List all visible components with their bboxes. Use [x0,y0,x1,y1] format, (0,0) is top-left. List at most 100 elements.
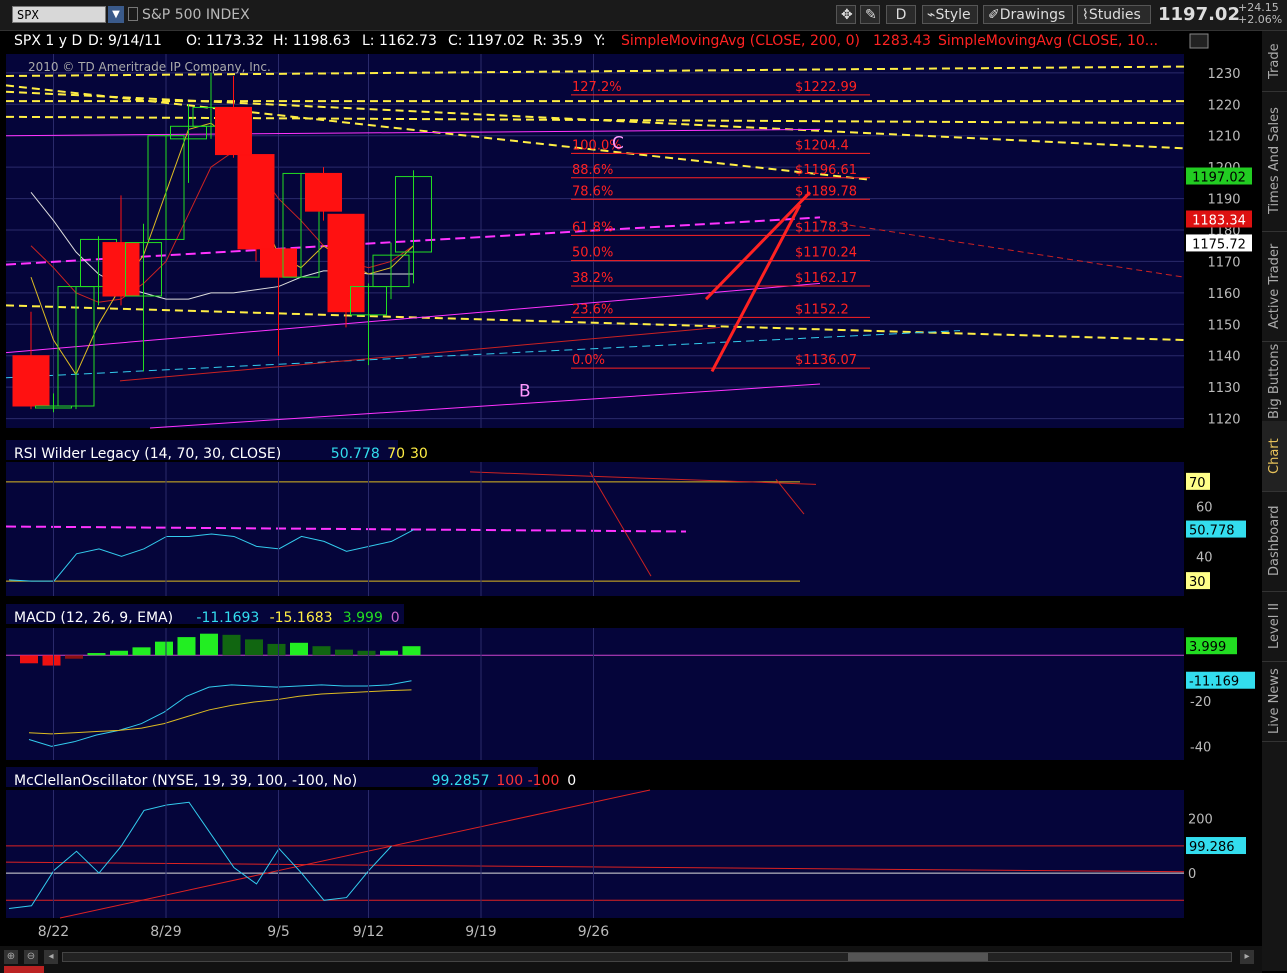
macd-tick-label: -20 [1190,695,1211,710]
sidebar-tab-dashboard[interactable]: Dashboard [1262,491,1287,592]
macd-histogram-bar [177,637,196,656]
time-tick-label: 9/19 [465,924,496,940]
macd-histogram-bar [357,650,376,656]
time-tick-label: 9/12 [353,924,384,940]
macd-histogram-bar [200,633,218,656]
cursor-icon[interactable]: ✎ [860,5,880,24]
sidebar-tab-active-trader[interactable]: Active Trader [1262,231,1287,342]
macd-title-2: -15.1683 [270,610,333,626]
fib-price-label: $1152.2 [795,302,849,317]
candle-body [102,242,140,297]
drawings-label: Drawings [999,7,1066,23]
header-field-6: R: 35.9 [533,33,583,49]
candle-body [260,248,297,278]
candle-body [237,154,275,250]
macd-histogram-bar [20,655,38,664]
symbol-description: S&P 500 INDEX [142,7,250,23]
candle-body [215,106,252,156]
sidebar-tab-times-and-sales[interactable]: Times And Sales [1262,91,1287,232]
price-tick-label: 1130 [1207,381,1240,396]
rsi-tag-label: 70 [1189,476,1206,491]
candle-body [12,355,50,407]
fib-percent-label: 61.8% [572,220,613,235]
price-tag-label: 1183.34 [1192,214,1246,229]
macd-tag-label: 3.999 [1189,640,1226,655]
fib-percent-label: 23.6% [572,302,613,317]
sidebar-tab-trade[interactable]: Trade [1262,31,1287,92]
period-button[interactable]: D [886,5,916,24]
fib-percent-label: 0.0% [572,353,605,368]
last-price: 1197.02 [1158,4,1240,25]
header-field-3: H: 1198.63 [273,33,351,49]
chart-settings-icon [1189,33,1209,49]
header-field-10: SimpleMovingAvg (CLOSE, 10... [938,33,1158,49]
fib-price-label: $1170.24 [795,246,857,261]
price-tick-label: 1230 [1207,67,1240,82]
mcclellan-tick-label: 200 [1188,813,1213,828]
time-tick-label: 8/29 [150,924,181,940]
price-pane-bg [6,54,1184,428]
fib-price-label: $1136.07 [795,353,857,368]
sidebar-tab-live-news[interactable]: Live News [1262,661,1287,742]
chart-area[interactable]: 1120113011401150116011701180119012001210… [0,30,1262,946]
macd-histogram-bar [335,649,353,656]
mcclellan-pane-bg [6,790,1184,918]
studies-icon: ⌇ [1082,7,1089,23]
macd-histogram-bar [132,647,151,656]
link-icon[interactable] [128,7,138,21]
macd-histogram-bar [155,641,173,656]
sidebar-tab-level-ii[interactable]: Level II [1262,591,1287,662]
rsi-title-3: 30 [410,446,428,462]
style-button[interactable]: ⌁Style [922,5,978,24]
price-tick-label: 1210 [1207,130,1240,145]
macd-histogram-bar [267,643,286,656]
fib-percent-label: 38.2% [572,271,613,286]
fib-price-label: $1162.17 [795,271,857,286]
price-tick-label: 1150 [1207,318,1240,333]
macd-title-1: -11.1693 [196,610,259,626]
price-change: +24.15 +2.06% [1238,2,1282,26]
drawings-icon: ✐ [988,7,1000,23]
candle-body [305,172,342,212]
macd-title-3: 3.999 [343,610,383,626]
annotation-b: B [519,382,531,402]
expand-handle-icon[interactable] [4,966,44,973]
time-tick-label: 9/26 [578,924,610,940]
price-tick-label: 1170 [1207,255,1240,270]
sidebar-tab-big-buttons[interactable]: Big Buttons [1262,341,1287,422]
macd-histogram-bar [402,646,421,656]
header-field-7: Y: [593,33,605,49]
header-field-2: O: 1173.32 [186,33,264,49]
fib-price-label: $1204.4 [795,138,849,153]
bottom-bar: ⊕ ⊖ ◂ ▸ [0,946,1262,973]
macd-tick-label: -40 [1190,740,1211,755]
fib-price-label: $1178.3 [795,220,849,235]
symbol-input[interactable]: SPX [12,6,106,23]
macd-histogram-bar [65,655,83,659]
scroll-left-icon[interactable]: ◂ [44,950,58,964]
toolbar: SPX ▼ S&P 500 INDEX ✥ ✎ D ⌁Style ✐Drawin… [0,0,1287,31]
fib-percent-label: 88.6% [572,163,613,178]
time-scrollbar[interactable] [62,952,1232,962]
macd-histogram-bar [110,650,128,656]
studies-button[interactable]: ⌇Studies [1077,5,1151,24]
mcclellan-tag-label: 99.286 [1189,840,1235,855]
crosshair-icon[interactable]: ✥ [836,5,856,24]
zoom-in-icon[interactable]: ⊕ [4,950,18,964]
rsi-title-0: RSI Wilder Legacy (14, 70, 30, CLOSE) [14,446,281,462]
scroll-right-icon[interactable]: ▸ [1240,950,1254,964]
sidebar-tab-chart[interactable]: Chart [1262,421,1287,492]
zoom-out-icon[interactable]: ⊖ [24,950,38,964]
drawings-button[interactable]: ✐Drawings [983,5,1073,24]
time-axis: 8/22 8/29 9/5 9/12 9/19 9/26 [38,924,610,940]
rsi-tick-label: 60 [1196,501,1213,516]
header-field-8: SimpleMovingAvg (CLOSE, 200, 0) [621,33,860,49]
header-field-0: SPX 1 y D [14,33,82,49]
header-field-4: L: 1162.73 [362,33,437,49]
studies-label: Studies [1088,7,1141,23]
scrollbar-thumb[interactable] [848,953,988,961]
symbol-dropdown-icon[interactable]: ▼ [108,6,124,23]
header-field-1: D: 9/14/11 [88,33,162,49]
macd-histogram-bar [312,646,331,656]
macd-histogram-bar [290,642,308,656]
